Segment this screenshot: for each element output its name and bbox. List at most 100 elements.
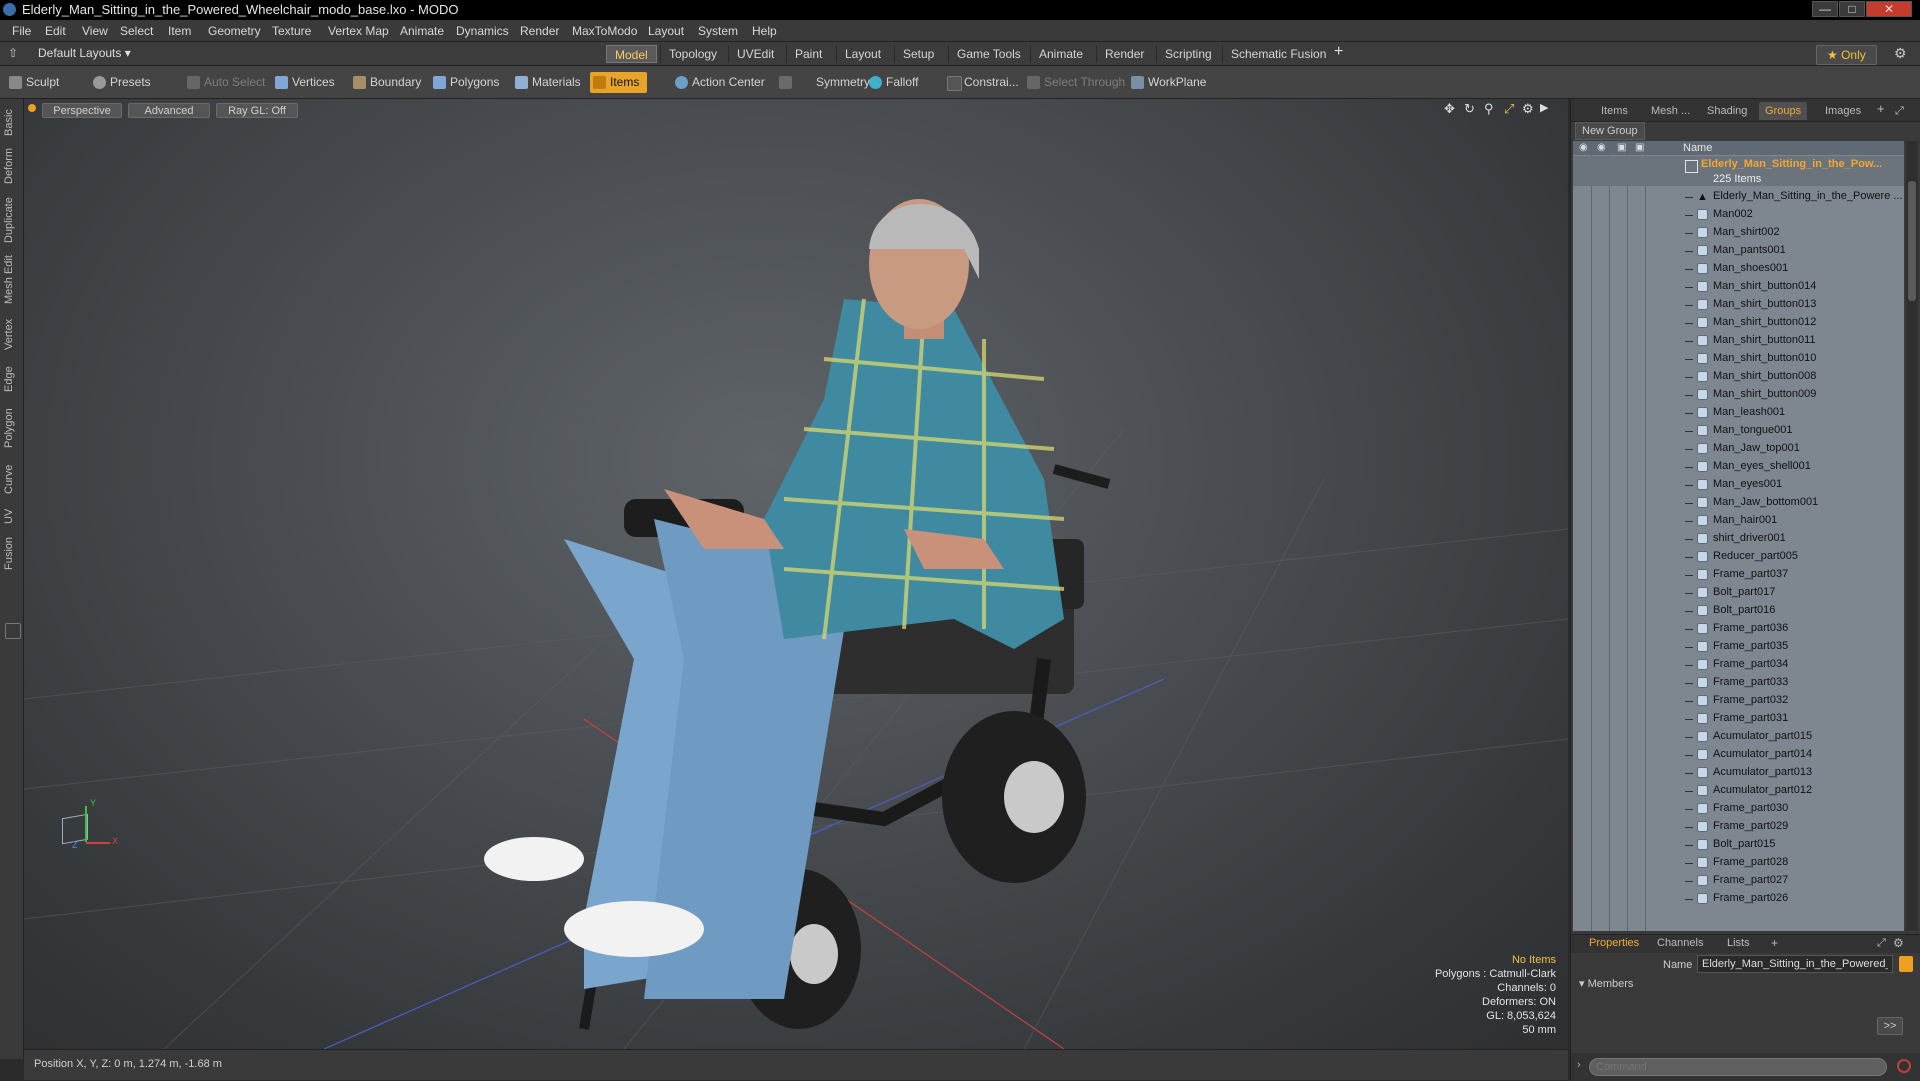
list-item[interactable]: Frame_part037: [1573, 566, 1904, 584]
add-properties-tab-icon[interactable]: +: [1771, 936, 1778, 950]
list-item[interactable]: Acumulator_part012: [1573, 782, 1904, 800]
tab-properties[interactable]: Properties: [1589, 937, 1639, 949]
list-item[interactable]: shirt_driver001: [1573, 530, 1904, 548]
3d-viewport[interactable]: Perspective Advanced Ray GL: Off ✥ ↻ ⚲ ⤢…: [24, 99, 1568, 1049]
groups-scrollbar-thumb[interactable]: [1908, 181, 1916, 301]
list-item[interactable]: Man_shirt002: [1573, 224, 1904, 242]
list-item[interactable]: Frame_part032: [1573, 692, 1904, 710]
only-button[interactable]: ★ Only: [1816, 45, 1877, 65]
list-item[interactable]: Frame_part026: [1573, 890, 1904, 908]
vtab-deform[interactable]: Deform: [3, 145, 21, 187]
list-item[interactable]: Frame_part030: [1573, 800, 1904, 818]
list-item[interactable]: Man_hair001: [1573, 512, 1904, 530]
falloff-button[interactable]: Falloff: [866, 72, 918, 93]
list-item[interactable]: Man_shirt_button010: [1573, 350, 1904, 368]
tab-scripting[interactable]: Scripting: [1156, 45, 1220, 63]
select-column-icon[interactable]: ▣: [1635, 142, 1644, 153]
menu-animate[interactable]: Animate: [400, 24, 444, 38]
tab-groups[interactable]: Groups: [1759, 102, 1808, 120]
list-item[interactable]: Man002: [1573, 206, 1904, 224]
groups-list[interactable]: ◉ ◉ ▣ ▣ Name Elderly_Man_Sitting_in_the_…: [1573, 141, 1904, 931]
tab-shading[interactable]: Shading: [1707, 102, 1747, 120]
list-item[interactable]: Frame_part033: [1573, 674, 1904, 692]
list-item[interactable]: Bolt_part016: [1573, 602, 1904, 620]
menu-select[interactable]: Select: [120, 24, 153, 38]
tab-topology[interactable]: Topology: [660, 45, 725, 63]
list-item[interactable]: Acumulator_part013: [1573, 764, 1904, 782]
list-item[interactable]: Man_shirt_button008: [1573, 368, 1904, 386]
list-item[interactable]: Frame_part028: [1573, 854, 1904, 872]
menu-layout[interactable]: Layout: [648, 24, 684, 38]
polygons-button[interactable]: Polygons: [430, 72, 499, 93]
auto-select-button[interactable]: Auto Select: [184, 72, 265, 93]
tab-layout[interactable]: Layout: [836, 45, 889, 63]
tab-channels[interactable]: Channels: [1657, 937, 1703, 949]
close-button[interactable]: ✕: [1866, 1, 1912, 17]
properties-gear-icon[interactable]: ⚙: [1893, 936, 1904, 950]
visibility-column-icon[interactable]: ◉: [1579, 142, 1588, 153]
tab-uvedit[interactable]: UVEdit: [728, 45, 782, 63]
list-item[interactable]: Acumulator_part015: [1573, 728, 1904, 746]
vertices-button[interactable]: Vertices: [272, 72, 335, 93]
vtab-basic[interactable]: Basic: [3, 105, 21, 141]
boundary-button[interactable]: Boundary: [350, 72, 421, 93]
list-item[interactable]: Frame_part029: [1573, 818, 1904, 836]
maximize-button[interactable]: □: [1839, 1, 1865, 17]
members-section[interactable]: ▾ Members: [1579, 977, 1633, 990]
name-field[interactable]: [1697, 955, 1893, 973]
menu-help[interactable]: Help: [752, 24, 777, 38]
list-item[interactable]: Bolt_part017: [1573, 584, 1904, 602]
tab-setup[interactable]: Setup: [894, 45, 942, 63]
list-item[interactable]: Bolt_part015: [1573, 836, 1904, 854]
members-arrow-button[interactable]: >>: [1877, 1017, 1903, 1035]
action-center-button[interactable]: Action Center: [672, 72, 765, 93]
select-through-button[interactable]: Select Through: [1024, 72, 1125, 93]
menu-render[interactable]: Render: [520, 24, 559, 38]
tab-game-tools[interactable]: Game Tools: [948, 45, 1029, 63]
tab-items[interactable]: Items: [1601, 102, 1628, 120]
tab-render[interactable]: Render: [1096, 45, 1152, 63]
list-item[interactable]: Frame_part031: [1573, 710, 1904, 728]
list-item[interactable]: Man_shirt_button014: [1573, 278, 1904, 296]
layout-arrow-icon[interactable]: ⇧: [8, 46, 18, 60]
constraints-button[interactable]: Constrai...: [944, 72, 1019, 93]
list-item[interactable]: Man_leash001: [1573, 404, 1904, 422]
tab-lists[interactable]: Lists: [1727, 937, 1750, 949]
list-item[interactable]: Man_tongue001: [1573, 422, 1904, 440]
list-item[interactable]: Man_Jaw_top001: [1573, 440, 1904, 458]
list-item[interactable]: Man_pants001: [1573, 242, 1904, 260]
presets-button[interactable]: Presets: [90, 72, 151, 93]
command-input[interactable]: [1589, 1058, 1887, 1076]
menu-geometry[interactable]: Geometry: [208, 24, 261, 38]
vtab-polygon[interactable]: Polygon: [3, 403, 21, 453]
tab-model[interactable]: Model: [606, 45, 657, 63]
properties-expand-icon[interactable]: ⤢: [1877, 937, 1886, 950]
list-item[interactable]: Man_shirt_button013: [1573, 296, 1904, 314]
gear-icon[interactable]: ⚙: [1894, 45, 1907, 62]
list-item[interactable]: Acumulator_part014: [1573, 746, 1904, 764]
menu-dynamics[interactable]: Dynamics: [456, 24, 509, 38]
list-item[interactable]: Man_eyes_shell001: [1573, 458, 1904, 476]
layout-select[interactable]: Default Layouts ▾: [38, 46, 131, 60]
list-item[interactable]: Man_Jaw_bottom001: [1573, 494, 1904, 512]
tab-animate[interactable]: Animate: [1030, 45, 1091, 63]
list-item[interactable]: Frame_part034: [1573, 656, 1904, 674]
group-row[interactable]: Elderly_Man_Sitting_in_the_Pow... 225 It…: [1573, 156, 1904, 186]
list-item[interactable]: Man_shirt_button011: [1573, 332, 1904, 350]
tab-schematic-fusion[interactable]: Schematic Fusion: [1222, 45, 1334, 63]
list-item[interactable]: Frame_part035: [1573, 638, 1904, 656]
vtab-curve[interactable]: Curve: [3, 459, 21, 499]
vtab-duplicate[interactable]: Duplicate: [3, 193, 21, 247]
workplane-button[interactable]: WorkPlane: [1128, 72, 1206, 93]
list-item[interactable]: Frame_part027: [1573, 872, 1904, 890]
menu-system[interactable]: System: [698, 24, 738, 38]
lock-column-icon[interactable]: ▣: [1617, 142, 1626, 153]
list-item[interactable]: Man_eyes001: [1573, 476, 1904, 494]
toolbox-toggle-icon[interactable]: [5, 623, 21, 639]
command-history-icon[interactable]: [1897, 1059, 1911, 1073]
groups-scrollbar[interactable]: [1906, 141, 1918, 931]
items-button[interactable]: Items: [590, 72, 648, 93]
add-panel-tab-icon[interactable]: +: [1877, 100, 1885, 118]
menu-item[interactable]: Item: [168, 24, 191, 38]
materials-button[interactable]: Materials: [512, 72, 581, 93]
